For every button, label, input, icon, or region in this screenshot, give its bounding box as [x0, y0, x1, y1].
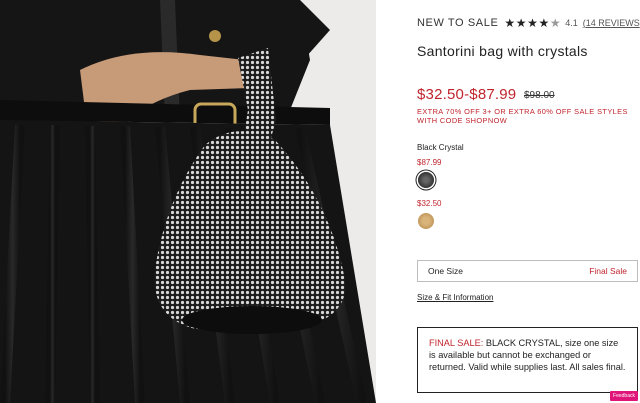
badge-rating-row: NEW TO SALE ★ ★ ★ ★ ★ 4.1 (14 REVIEWS) — [417, 17, 640, 29]
size-label: One Size — [428, 266, 463, 276]
rating-stars: ★ ★ ★ ★ ★ — [504, 17, 561, 29]
product-photo — [0, 0, 376, 403]
rating-value: 4.1 — [565, 18, 578, 28]
swatch-price-black: $87.99 — [417, 158, 442, 167]
star-icon: ★ — [515, 16, 528, 30]
star-empty-icon: ★ — [549, 16, 562, 30]
original-price: $98.00 — [524, 90, 555, 101]
feedback-tab[interactable]: Feedback — [610, 391, 638, 401]
final-sale-tag: Final Sale — [589, 266, 627, 276]
final-sale-notice: FINAL SALE: BLACK CRYSTAL, size one size… — [417, 327, 638, 393]
size-fit-link[interactable]: Size & Fit Information — [417, 293, 493, 302]
size-selector[interactable]: One Size Final Sale — [417, 260, 638, 282]
product-title: Santorini bag with crystals — [417, 43, 588, 59]
product-info-panel: NEW TO SALE ★ ★ ★ ★ ★ 4.1 (14 REVIEWS) S… — [376, 0, 640, 403]
swatch-black-crystal[interactable] — [418, 172, 434, 188]
star-icon: ★ — [538, 16, 550, 30]
new-to-sale-badge: NEW TO SALE — [417, 17, 499, 29]
product-image — [0, 0, 376, 403]
reviews-link[interactable]: (14 REVIEWS) — [583, 18, 640, 28]
star-icon: ★ — [504, 16, 516, 30]
swatch-price-gold: $32.50 — [417, 199, 442, 208]
star-icon: ★ — [527, 16, 539, 30]
swatch-gold[interactable] — [418, 213, 434, 229]
selected-color-name: Black Crystal — [417, 143, 464, 152]
notice-prefix: FINAL SALE: — [429, 338, 484, 348]
promo-message: EXTRA 70% OFF 3+ OR EXTRA 60% OFF SALE S… — [417, 107, 628, 125]
sale-price: $32.50-$87.99 — [417, 86, 517, 103]
